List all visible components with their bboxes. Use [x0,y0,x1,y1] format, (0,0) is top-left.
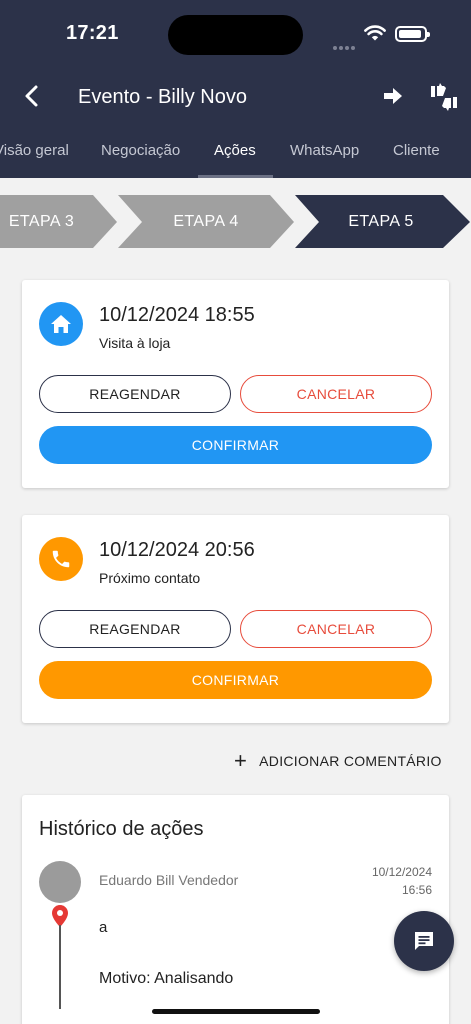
forward-arrow-icon[interactable] [382,85,404,107]
add-comment-button[interactable]: + ADICIONAR COMENTÁRIO [234,750,442,772]
history-date: 10/12/2024 [371,865,432,879]
confirm-button[interactable]: CONFIRMAR [39,661,432,699]
history-reason: Motivo: Analisando [99,970,234,987]
step-etapa-5[interactable]: ETAPA 5 [319,195,443,248]
history-card: Histórico de ações Eduardo Bill Vendedor… [22,795,449,1024]
history-timestamp: 10/12/2024 16:56 [372,863,432,899]
thumbs-up-down-icon[interactable] [428,82,460,112]
chat-icon [415,932,433,950]
event-card: 10/12/2024 18:55 Visita à loja REAGENDAR… [22,280,449,488]
history-text: a [99,919,108,936]
status-time: 17:21 [66,22,119,44]
history-author: Eduardo Bill Vendedor [99,872,239,888]
page-title: Evento - Billy Novo [78,86,247,108]
signal-icon [333,37,357,55]
timeline-line [59,925,61,1009]
cancel-button[interactable]: CANCELAR [240,610,432,648]
step-etapa-3[interactable]: ETAPA 3 [0,195,93,248]
plus-icon: + [234,748,248,773]
confirm-button[interactable]: CONFIRMAR [39,426,432,464]
history-title: Histórico de ações [39,818,204,840]
reschedule-button[interactable]: REAGENDAR [39,610,231,648]
tab-bar: Visão geral Negociação Ações WhatsApp Cl… [0,132,471,178]
back-arrow-icon[interactable] [18,82,46,110]
event-type: Visita à loja [99,335,171,351]
app-header: 17:21 Evento - Billy Novo Visão geral Ne… [0,0,471,178]
wifi-icon [364,25,386,41]
location-pin-icon [52,905,68,927]
dynamic-island [168,15,303,55]
tab-negociacao[interactable]: Negociação [101,142,180,159]
tab-visao-geral[interactable]: Visão geral [0,142,69,159]
history-time: 16:56 [401,883,432,897]
battery-icon [395,26,430,42]
reschedule-button[interactable]: REAGENDAR [39,375,231,413]
status-bar: 17:21 [0,0,471,70]
tab-acoes[interactable]: Ações [214,142,256,159]
chat-fab-button[interactable] [394,911,454,971]
event-card: 10/12/2024 20:56 Próximo contato REAGEND… [22,515,449,723]
event-type: Próximo contato [99,570,201,586]
event-datetime: 10/12/2024 20:56 [99,539,255,561]
tab-cliente[interactable]: Cliente [393,142,440,159]
tab-indicator [198,175,273,178]
home-icon [39,302,83,346]
phone-icon [39,537,83,581]
add-comment-label: ADICIONAR COMENTÁRIO [259,753,442,769]
home-indicator[interactable] [152,1009,320,1014]
cancel-button[interactable]: CANCELAR [240,375,432,413]
avatar [39,861,81,903]
step-etapa-4[interactable]: ETAPA 4 [142,195,270,248]
tab-whatsapp[interactable]: WhatsApp [290,142,359,159]
event-datetime: 10/12/2024 18:55 [99,304,255,326]
stage-stepper: ETAPA 3 ETAPA 4 ETAPA 5 [0,195,471,249]
